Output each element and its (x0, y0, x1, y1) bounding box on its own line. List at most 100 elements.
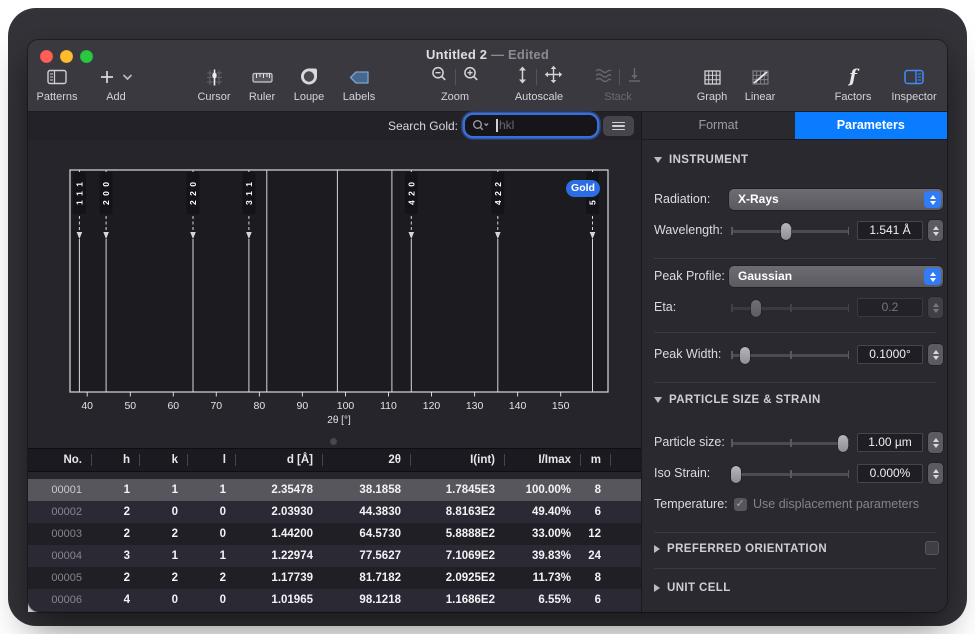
inspector-panel: Format Parameters INSTRUMENT Radiation: … (642, 112, 947, 612)
wavelength-field[interactable]: 1.541 Å (857, 221, 923, 240)
displacement-checkbox (734, 498, 747, 511)
preferred-orientation-checkbox[interactable] (925, 541, 939, 555)
table-row[interactable]: 0000322 01.4420064.5730 5.8888E233.00%12 (28, 523, 641, 545)
peak-list-button[interactable] (603, 116, 634, 136)
tab-parameters[interactable]: Parameters (795, 112, 948, 139)
section-particle-size[interactable]: PARTICLE SIZE & STRAIN (654, 392, 821, 408)
text-caret (496, 119, 498, 132)
toolbar-zoom[interactable]: Zoom (423, 66, 487, 103)
disclosure-closed-icon (654, 545, 660, 553)
eta-row: Eta: 0.2 (642, 297, 947, 319)
tab-format[interactable]: Format (642, 112, 795, 139)
peak-profile-dropdown[interactable]: Gaussian (729, 266, 943, 287)
disclosure-closed-icon (654, 584, 660, 592)
table-row[interactable]: 0000522 21.1773981.7182 2.0925E211.73%8 (28, 567, 641, 589)
slider-thumb[interactable] (740, 347, 750, 364)
particle-size-field[interactable]: 1.00 µm (857, 433, 923, 452)
toolbar-labels[interactable]: Labels (327, 66, 391, 103)
zoom-out-icon[interactable] (431, 66, 448, 88)
eta-slider (731, 299, 849, 317)
search-icon (472, 119, 494, 137)
patterns-icon (28, 66, 89, 88)
col-l[interactable]: l (188, 449, 236, 471)
col-k[interactable]: k (140, 449, 188, 471)
col-no[interactable]: No. (28, 449, 92, 471)
iso-strain-stepper[interactable] (928, 463, 943, 484)
temperature-row: Temperature: Use displacement parameters (642, 494, 947, 516)
autoscale-vertical-icon[interactable] (516, 66, 529, 89)
toolbar-inspector[interactable]: Inspector (880, 66, 947, 103)
toolbar-patterns[interactable]: Patterns (28, 66, 89, 103)
wavelength-stepper[interactable] (928, 220, 943, 241)
main-content-pane: Search Gold: 405060708090100110120130140… (28, 112, 641, 612)
radiation-dropdown[interactable]: X-Rays (729, 189, 943, 210)
peak-width-field[interactable]: 0.1000° (857, 345, 923, 364)
scroll-indicator[interactable] (330, 438, 337, 445)
svg-text:2 0 0: 2 0 0 (101, 181, 111, 205)
section-instrument[interactable]: INSTRUMENT (654, 152, 748, 168)
col-h[interactable]: h (92, 449, 140, 471)
section-unit-cell[interactable]: UNIT CELL (654, 580, 731, 596)
iso-strain-slider[interactable] (731, 465, 849, 483)
table-row[interactable]: 0000111 12.3547838.1858 1.7845E3100.00%8 (28, 479, 641, 501)
slider-thumb[interactable] (781, 223, 791, 240)
col-d[interactable]: d [Å] (236, 449, 323, 471)
peak-width-stepper[interactable] (928, 344, 943, 365)
section-preferred-orientation[interactable]: PREFERRED ORIENTATION (654, 541, 827, 557)
autoscale-all-icon[interactable] (544, 65, 563, 89)
dropdown-chevrons-icon (924, 191, 941, 208)
svg-text:90: 90 (297, 400, 309, 412)
svg-text:140: 140 (509, 400, 527, 412)
peak-profile-value: Gaussian (738, 269, 792, 283)
col-m[interactable]: m (581, 449, 611, 471)
svg-text:130: 130 (466, 400, 484, 412)
table-header: No. h k l d [Å] 2θ I(int) I/Imax m (28, 448, 641, 472)
peak-table: No. h k l d [Å] 2θ I(int) I/Imax m 00001… (28, 448, 641, 612)
edited-status: — Edited (491, 47, 549, 62)
toolbar-separator (619, 69, 620, 85)
table-body: 0000111 12.3547838.1858 1.7845E3100.00%8… (28, 479, 641, 611)
radiation-row: Radiation: X-Rays (642, 189, 947, 211)
slider-thumb[interactable] (731, 466, 741, 483)
svg-text:40: 40 (81, 400, 93, 412)
zoom-in-icon[interactable] (463, 66, 480, 88)
svg-text:2θ [°]: 2θ [°] (327, 415, 351, 426)
factors-icon: f (821, 66, 885, 88)
toolbar-separator (536, 69, 537, 85)
list-icon (612, 122, 625, 124)
peak-width-slider[interactable] (731, 346, 849, 364)
svg-text:110: 110 (380, 400, 397, 412)
app-window: Untitled 2 — Edited Patterns Add Cursor (28, 40, 947, 612)
search-field[interactable] (465, 115, 597, 136)
radiation-value: X-Rays (738, 192, 779, 206)
slider-thumb[interactable] (838, 435, 848, 452)
wavelength-slider[interactable] (731, 222, 849, 240)
svg-text:120: 120 (423, 400, 441, 412)
table-row[interactable]: 0000640 01.0196598.1218 1.1686E26.55%6 (28, 589, 641, 611)
labels-tag-icon (327, 66, 391, 88)
peak-profile-row: Peak Profile: Gaussian (642, 266, 947, 288)
pattern-badge: Gold (566, 180, 600, 197)
search-input[interactable] (499, 116, 591, 134)
dropdown-chevrons-icon (924, 268, 941, 285)
svg-text:80: 80 (254, 400, 266, 412)
chevron-down-icon (122, 73, 133, 81)
svg-text:100: 100 (337, 400, 355, 412)
particle-size-slider[interactable] (731, 434, 849, 452)
titlebar[interactable]: Untitled 2 — Edited Patterns Add Cursor (28, 40, 947, 112)
toolbar-linear[interactable]: Linear (728, 66, 792, 103)
toolbar-add[interactable]: Add (84, 66, 148, 103)
iso-strain-field[interactable]: 0.000% (857, 464, 923, 483)
peak-width-row: Peak Width: 0.1000° (642, 344, 947, 366)
col-imax[interactable]: I/Imax (505, 449, 581, 471)
search-bar: Search Gold: (28, 112, 641, 140)
table-row[interactable]: 0000431 11.2297477.5627 7.1069E239.83%24 (28, 545, 641, 567)
toolbar-autoscale[interactable]: Autoscale (504, 66, 574, 103)
col-2theta[interactable]: 2θ (323, 449, 411, 471)
toolbar-factors[interactable]: f Factors (821, 66, 885, 103)
col-iint[interactable]: I(int) (411, 449, 505, 471)
particle-size-stepper[interactable] (928, 432, 943, 453)
svg-text:2 2 0: 2 2 0 (188, 181, 198, 205)
table-row[interactable]: 0000220 02.0393044.3830 8.8163E249.40%6 (28, 501, 641, 523)
svg-text:1 1 1: 1 1 1 (74, 181, 84, 205)
